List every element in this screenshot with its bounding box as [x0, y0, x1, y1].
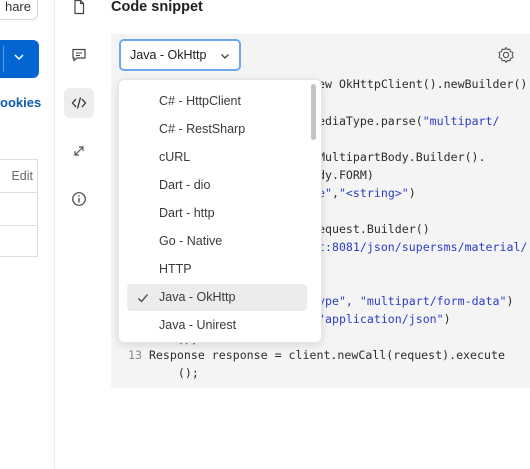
code-snippet-button[interactable] [64, 88, 94, 118]
panel-divider [54, 0, 55, 469]
code-line: equest.Builder() [318, 222, 430, 236]
code-line: ype", "multipart/form-data") [318, 294, 513, 308]
gear-icon[interactable] [497, 46, 515, 64]
send-options-button[interactable] [0, 40, 39, 78]
code-icon [71, 97, 87, 109]
code-string: "<string>" [338, 186, 409, 200]
code-string: "multipart/ [422, 114, 500, 128]
language-option[interactable]: Dart - http [127, 200, 307, 227]
cookies-link[interactable]: ookies [0, 95, 41, 110]
line-number: 13 [128, 348, 142, 362]
code-line: ew OkHttpClient().newBuilder() [318, 77, 528, 91]
code-line: t:8081/json/supersms/material/ [318, 240, 528, 254]
code-line: (); [150, 366, 199, 380]
language-option-selected[interactable]: Java - OkHttp [127, 284, 307, 311]
code-line: "application/json") [318, 312, 451, 326]
chevron-down-icon [221, 54, 229, 59]
code-token: Response response = client.newCall(reque… [148, 348, 505, 362]
code-token: , [331, 186, 339, 200]
language-option[interactable]: Java - Unirest [127, 312, 307, 339]
language-option[interactable]: cURL [127, 144, 307, 171]
language-option[interactable]: Dart - dio [127, 172, 307, 199]
language-option[interactable]: C# - RestSharp [127, 116, 307, 143]
code-token: ) [506, 294, 514, 308]
document-icon [74, 0, 85, 15]
table-row [0, 193, 37, 226]
share-button[interactable]: hare [0, 0, 38, 20]
chevron-down-icon [14, 54, 24, 61]
arrows-icon [74, 146, 84, 156]
share-label: hare [4, 0, 31, 14]
code-line: dy.FORM) [318, 168, 374, 182]
info-icon [72, 192, 86, 206]
code-line: e","<string>") [318, 186, 416, 200]
table-row [0, 226, 37, 258]
code-string: "application/json" [318, 312, 444, 326]
code-token: ) [443, 312, 451, 326]
bulk-edit-link[interactable]: Edit [0, 160, 37, 193]
panel-title: Code snippet [111, 0, 203, 15]
language-option[interactable]: C# - HttpClient [127, 88, 307, 115]
related-collections-button[interactable] [64, 136, 94, 166]
code-string: ype", [318, 294, 360, 308]
check-icon [138, 294, 148, 303]
code-line: 13 Response response = client.newCall(re… [128, 348, 505, 362]
language-select[interactable]: Java - OkHttp [119, 39, 241, 71]
table-fragment: Edit [0, 159, 38, 257]
comments-button[interactable] [64, 40, 94, 70]
code-token: ediaType.parse( [318, 114, 423, 128]
language-dropdown[interactable]: C# - HttpClient C# - RestSharp cURL Dart… [118, 79, 322, 343]
language-option[interactable]: HTTP [127, 256, 307, 283]
code-line: ediaType.parse("multipart/ [318, 114, 499, 128]
language-select-value: Java - OkHttp [130, 48, 207, 62]
comment-icon [72, 48, 86, 62]
code-token: ) [408, 186, 416, 200]
documentation-button[interactable] [64, 0, 94, 22]
dropdown-scrollbar[interactable] [311, 84, 316, 140]
code-string: "multipart/form-data" [359, 294, 507, 308]
language-option[interactable]: Go - Native [127, 228, 307, 255]
info-button[interactable] [64, 184, 94, 214]
send-divider [3, 46, 4, 72]
code-line: MultipartBody.Builder(). [318, 150, 486, 164]
